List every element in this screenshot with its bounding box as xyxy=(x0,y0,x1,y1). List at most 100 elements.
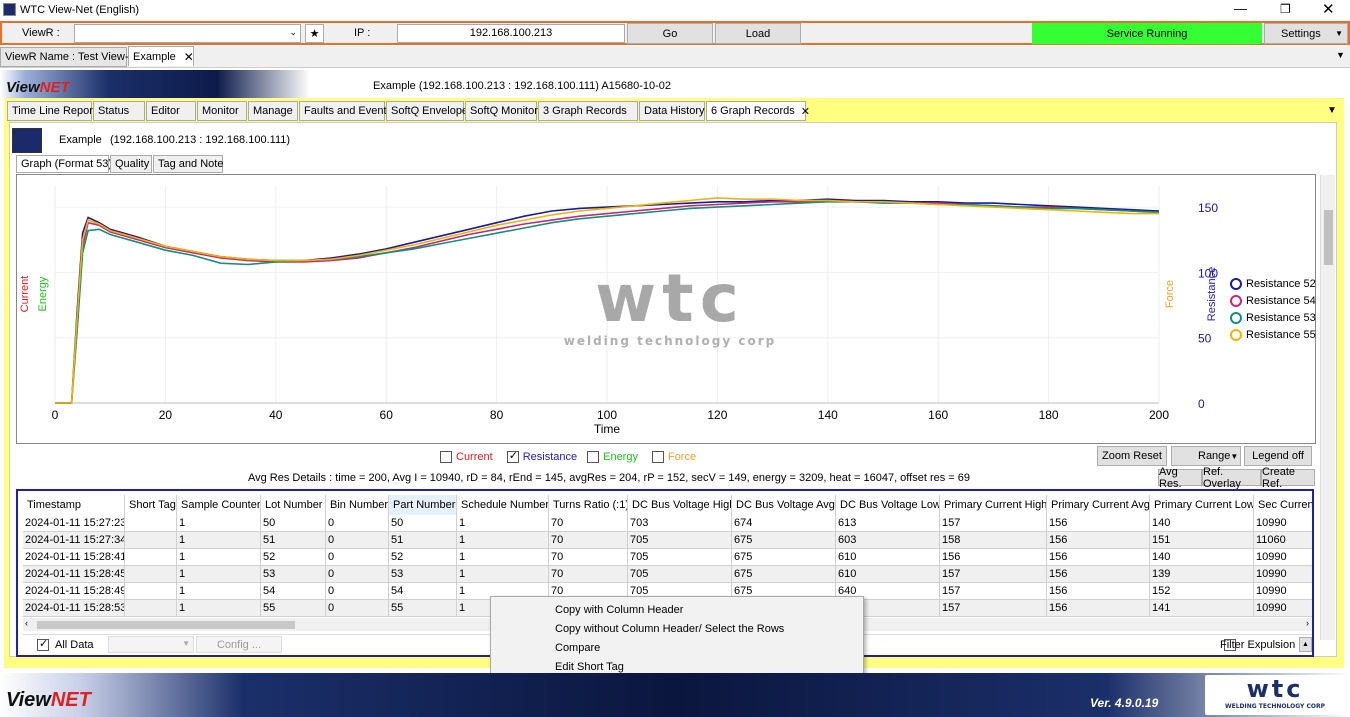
column-header[interactable]: Turns Ratio (:1) xyxy=(549,495,628,515)
table-cell[interactable] xyxy=(125,600,177,617)
table-cell[interactable]: 675 xyxy=(732,549,836,566)
table-cell[interactable]: 156 xyxy=(940,549,1047,566)
table-cell[interactable]: 52 xyxy=(389,549,457,566)
table-cell[interactable] xyxy=(125,515,177,532)
table-cell[interactable] xyxy=(125,566,177,583)
table-cell[interactable]: 0 xyxy=(326,532,389,549)
table-cell[interactable]: 158 xyxy=(940,532,1047,549)
column-header[interactable]: Lot Number xyxy=(261,495,326,515)
column-header[interactable]: DC Bus Voltage Avg xyxy=(732,495,836,515)
table-cell[interactable]: 55 xyxy=(389,600,457,617)
table-cell[interactable]: 703 xyxy=(628,515,732,532)
table-cell[interactable] xyxy=(125,532,177,549)
table-cell[interactable]: 10990 xyxy=(1254,515,1312,532)
table-cell[interactable]: 705 xyxy=(628,566,732,583)
data-select[interactable]: ▼ xyxy=(108,636,194,653)
table-cell[interactable]: 705 xyxy=(628,532,732,549)
sub-tab-graph-format-53-[interactable]: Graph (Format 53) xyxy=(16,155,112,173)
table-cell[interactable]: 2024-01-11 15:28:45 xyxy=(23,566,125,583)
tab-menu-icon[interactable]: ▼ xyxy=(1336,50,1345,60)
table-cell[interactable]: 156 xyxy=(1047,549,1150,566)
table-cell[interactable]: 1 xyxy=(177,583,261,600)
table-cell[interactable]: 10990 xyxy=(1254,566,1312,583)
table-cell[interactable]: 1 xyxy=(457,515,549,532)
table-cell[interactable]: 140 xyxy=(1150,549,1254,566)
tab-example[interactable]: Example ✕ xyxy=(128,46,194,66)
table-cell[interactable]: 1 xyxy=(177,515,261,532)
context-menu-item[interactable]: Copy with Column Header xyxy=(491,600,863,619)
expand-button[interactable]: ▲ xyxy=(1299,637,1312,652)
table-cell[interactable]: 50 xyxy=(389,515,457,532)
table-cell[interactable]: 156 xyxy=(1047,532,1150,549)
legend-item[interactable]: Resistance 55 xyxy=(1230,329,1316,341)
main-tab-monitor[interactable]: Monitor xyxy=(197,101,247,121)
avg-res-button[interactable]: Avg Res. xyxy=(1158,466,1202,490)
table-cell[interactable]: 1 xyxy=(177,532,261,549)
table-cell[interactable]: 156 xyxy=(1047,583,1150,600)
table-cell[interactable]: 152 xyxy=(1150,583,1254,600)
table-cell[interactable]: 1 xyxy=(457,532,549,549)
close-tab-icon[interactable]: ✕ xyxy=(801,105,810,118)
scroll-thumb[interactable] xyxy=(1324,210,1333,265)
table-cell[interactable]: 10990 xyxy=(1254,549,1312,566)
table-cell[interactable]: 139 xyxy=(1150,566,1254,583)
legend-item[interactable]: Resistance 53 xyxy=(1230,312,1316,324)
column-header[interactable]: Sec Current xyxy=(1254,495,1312,515)
table-cell[interactable] xyxy=(125,583,177,600)
table-cell[interactable]: 157 xyxy=(940,583,1047,600)
table-cell[interactable]: 0 xyxy=(326,600,389,617)
context-menu-item[interactable]: Copy without Column Header/ Select the R… xyxy=(491,619,863,638)
all-data-checkbox[interactable]: ✓ xyxy=(37,638,49,652)
main-tab-editor[interactable]: Editor xyxy=(146,101,196,121)
minimize-icon[interactable]: — xyxy=(1234,1,1247,16)
table-cell[interactable]: 70 xyxy=(549,549,628,566)
table-cell[interactable]: 156 xyxy=(1047,515,1150,532)
table-cell[interactable]: 2024-01-11 15:28:49 xyxy=(23,583,125,600)
settings-button[interactable]: Settings ▼ xyxy=(1264,23,1348,44)
column-header[interactable]: Timestamp xyxy=(23,495,125,515)
context-menu-item[interactable]: Compare xyxy=(491,638,863,657)
chart-scrollbar[interactable] xyxy=(1320,175,1335,640)
scroll-thumb[interactable] xyxy=(37,621,295,629)
current-checkbox[interactable] xyxy=(440,451,452,463)
config-button[interactable]: Config ... xyxy=(196,636,282,653)
table-cell[interactable]: 0 xyxy=(326,566,389,583)
table-cell[interactable]: 0 xyxy=(326,515,389,532)
maximize-icon[interactable]: ❐ xyxy=(1280,2,1291,16)
table-row[interactable]: 2024-01-11 15:28:41 1 52 0 52 1 70 705 675 610 156… xyxy=(23,549,1312,566)
main-tab-3-graph-records[interactable]: 3 Graph Records xyxy=(538,101,638,121)
table-cell[interactable]: 0 xyxy=(326,549,389,566)
table-cell[interactable]: 51 xyxy=(261,532,326,549)
main-tab-faults-and-events[interactable]: Faults and Events xyxy=(299,101,392,121)
range-dropdown[interactable]: Range ▼ xyxy=(1171,446,1241,466)
table-cell[interactable]: 151 xyxy=(1150,532,1254,549)
sub-tab-quality[interactable]: Quality xyxy=(110,155,152,173)
table-cell[interactable]: 2024-01-11 15:27:23 xyxy=(23,515,125,532)
table-cell[interactable]: 1 xyxy=(457,566,549,583)
table-cell[interactable]: 51 xyxy=(389,532,457,549)
column-header[interactable]: Part Number xyxy=(389,495,457,515)
viewr-select[interactable]: ⌄ xyxy=(74,24,301,43)
close-tab-icon[interactable]: ✕ xyxy=(184,50,194,64)
table-cell[interactable]: 674 xyxy=(732,515,836,532)
legend-item[interactable]: Resistance 54 xyxy=(1230,295,1316,307)
table-cell[interactable]: 140 xyxy=(1150,515,1254,532)
create-ref-button[interactable]: Create Ref. xyxy=(1261,466,1315,490)
table-cell[interactable]: 10990 xyxy=(1254,600,1312,617)
column-header[interactable]: Short Tag xyxy=(125,495,177,515)
energy-checkbox[interactable] xyxy=(587,451,600,463)
favorite-button[interactable]: ★ xyxy=(305,24,324,43)
table-cell[interactable]: 610 xyxy=(836,566,940,583)
tab-viewr-name[interactable]: ViewR Name : Test View-R xyxy=(0,47,136,67)
main-tab-data-history[interactable]: Data History xyxy=(639,101,705,121)
table-cell[interactable]: 70 xyxy=(549,566,628,583)
table-cell[interactable]: 603 xyxy=(836,532,940,549)
column-header[interactable]: Primary Current Low xyxy=(1150,495,1254,515)
scroll-left-icon[interactable]: ‹ xyxy=(25,618,28,628)
table-cell[interactable]: 11060 xyxy=(1254,532,1312,549)
main-tab-6-graph-records[interactable]: 6 Graph Records ✕ xyxy=(706,101,810,121)
table-cell[interactable]: 1 xyxy=(177,600,261,617)
legend-item[interactable]: Resistance 52 xyxy=(1230,278,1316,290)
table-cell[interactable]: 1 xyxy=(177,549,261,566)
table-cell[interactable]: 54 xyxy=(261,583,326,600)
